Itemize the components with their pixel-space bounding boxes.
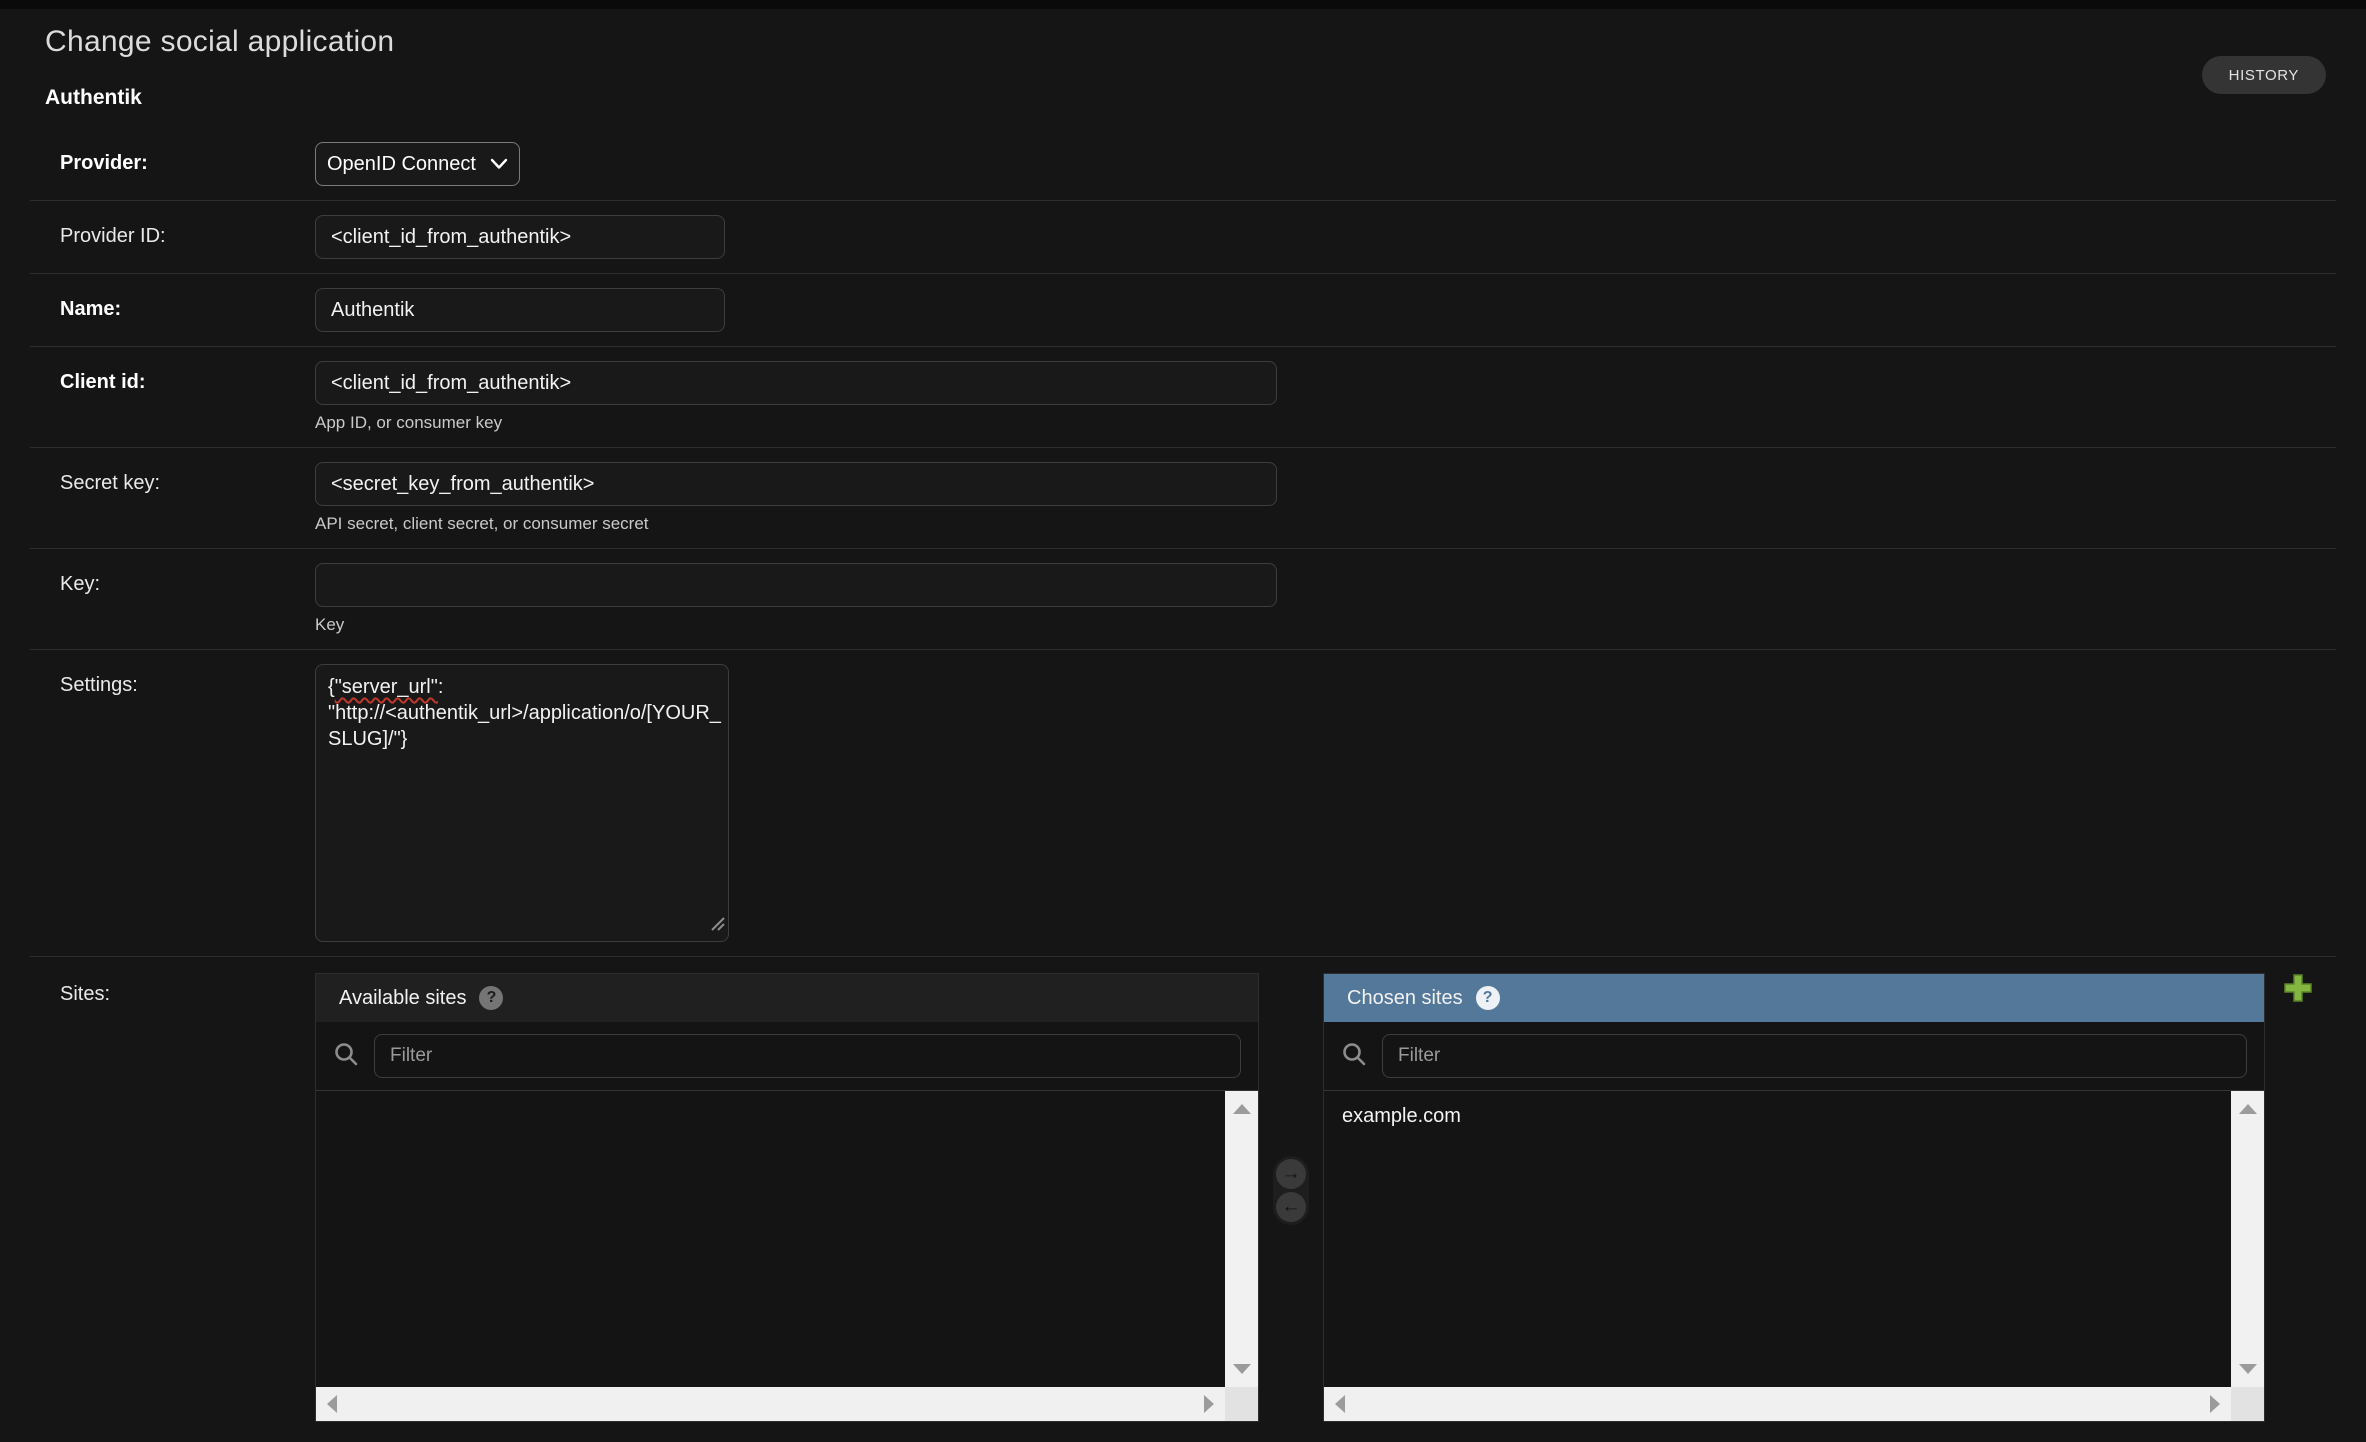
form-row-name: Name: [30,274,2336,347]
chosen-sites-header: Chosen sites ? [1324,974,2264,1022]
chosen-sites-panel: Chosen sites ? example.com [1323,973,2265,1422]
object-name-heading: Authentik [45,86,2366,110]
name-input[interactable] [315,288,725,332]
chosen-sites-title: Chosen sites [1347,987,1463,1010]
horizontal-scrollbar[interactable] [1324,1387,2231,1421]
scroll-right-arrow[interactable] [1204,1395,1214,1413]
chosen-sites-list[interactable]: example.com [1324,1091,2231,1387]
selector-mover-column: → ← [1259,973,1323,1225]
secret-key-help: API secret, client secret, or consumer s… [315,514,1277,534]
scroll-up-arrow[interactable] [2239,1104,2257,1114]
client-id-help: App ID, or consumer key [315,413,1277,433]
scroll-right-arrow[interactable] [2210,1395,2220,1413]
page-title: Change social application [45,25,2366,59]
available-hscroll-row [316,1387,1258,1421]
form-row-provider: Provider: OpenID Connect [30,128,2336,201]
available-filter-input[interactable] [374,1034,1241,1078]
form-row-secret-key: Secret key: API secret, client secret, o… [30,448,2336,549]
settings-json-line2: "http://<authentik_url>/application/o/[Y… [328,700,716,726]
provider-id-label: Provider ID: [30,215,315,248]
settings-label: Settings: [30,664,315,697]
available-sites-panel: Available sites ? [315,973,1259,1422]
search-icon [1341,1041,1367,1072]
provider-id-input[interactable] [315,215,725,259]
scrollbar-corner [1225,1387,1258,1421]
name-label: Name: [30,288,315,321]
form-row-settings: Settings: {"server_url": "http://<authen… [30,650,2336,957]
scroll-left-arrow[interactable] [1335,1395,1345,1413]
scroll-down-arrow[interactable] [2239,1364,2257,1374]
misspelled-word: "server_url" [335,676,438,698]
sites-dual-selector: Available sites ? [315,973,2313,1422]
secret-key-input[interactable] [315,462,1277,506]
choose-button[interactable]: → [1276,1159,1306,1189]
client-id-input[interactable] [315,361,1277,405]
help-icon[interactable]: ? [479,986,503,1010]
top-edge-strip [0,0,2366,9]
plus-icon [2283,991,2313,1006]
scroll-up-arrow[interactable] [1233,1104,1251,1114]
available-filter-row [316,1022,1258,1090]
settings-json-line3: SLUG]/"} [328,726,716,752]
resize-handle-icon[interactable] [709,912,725,938]
secret-key-label: Secret key: [30,462,315,495]
chosen-hscroll-row [1324,1387,2264,1421]
search-icon [333,1041,359,1072]
key-label: Key: [30,563,315,596]
available-sites-listbox [316,1090,1258,1387]
key-input[interactable] [315,563,1277,607]
sites-label: Sites: [30,973,315,1006]
remove-button[interactable]: ← [1276,1192,1306,1222]
chosen-filter-input[interactable] [1382,1034,2247,1078]
help-icon[interactable]: ? [1476,986,1500,1010]
selector-mover: → ← [1273,1156,1309,1225]
provider-select[interactable]: OpenID Connect [315,142,520,186]
client-id-label: Client id: [30,361,315,394]
vertical-scrollbar[interactable] [1225,1091,1258,1387]
available-sites-list[interactable] [316,1091,1225,1387]
add-site-button[interactable] [2283,973,2313,1003]
provider-select-value: OpenID Connect [327,153,476,176]
scrollbar-corner [2231,1387,2264,1421]
chosen-filter-row [1324,1022,2264,1090]
horizontal-scrollbar[interactable] [316,1387,1225,1421]
form-row-client-id: Client id: App ID, or consumer key [30,347,2336,448]
settings-textarea[interactable]: {"server_url": "http://<authentik_url>/a… [315,664,729,942]
scroll-left-arrow[interactable] [327,1395,337,1413]
settings-json-line1: {"server_url": [328,674,716,700]
provider-label: Provider: [30,142,315,175]
history-button[interactable]: HISTORY [2202,56,2326,94]
scroll-down-arrow[interactable] [1233,1364,1251,1374]
vertical-scrollbar[interactable] [2231,1091,2264,1387]
key-help: Key [315,615,1277,635]
list-item[interactable]: example.com [1324,1103,2231,1138]
form-row-sites: Sites: Available sites ? [30,957,2336,1436]
form-row-key: Key: Key [30,549,2336,650]
chevron-down-icon [490,153,508,176]
available-sites-header: Available sites ? [316,974,1258,1022]
available-sites-title: Available sites [339,987,466,1010]
change-form: Provider: OpenID Connect Provider ID: Na… [30,128,2336,1436]
chosen-sites-listbox: example.com [1324,1090,2264,1387]
form-row-provider-id: Provider ID: [30,201,2336,274]
